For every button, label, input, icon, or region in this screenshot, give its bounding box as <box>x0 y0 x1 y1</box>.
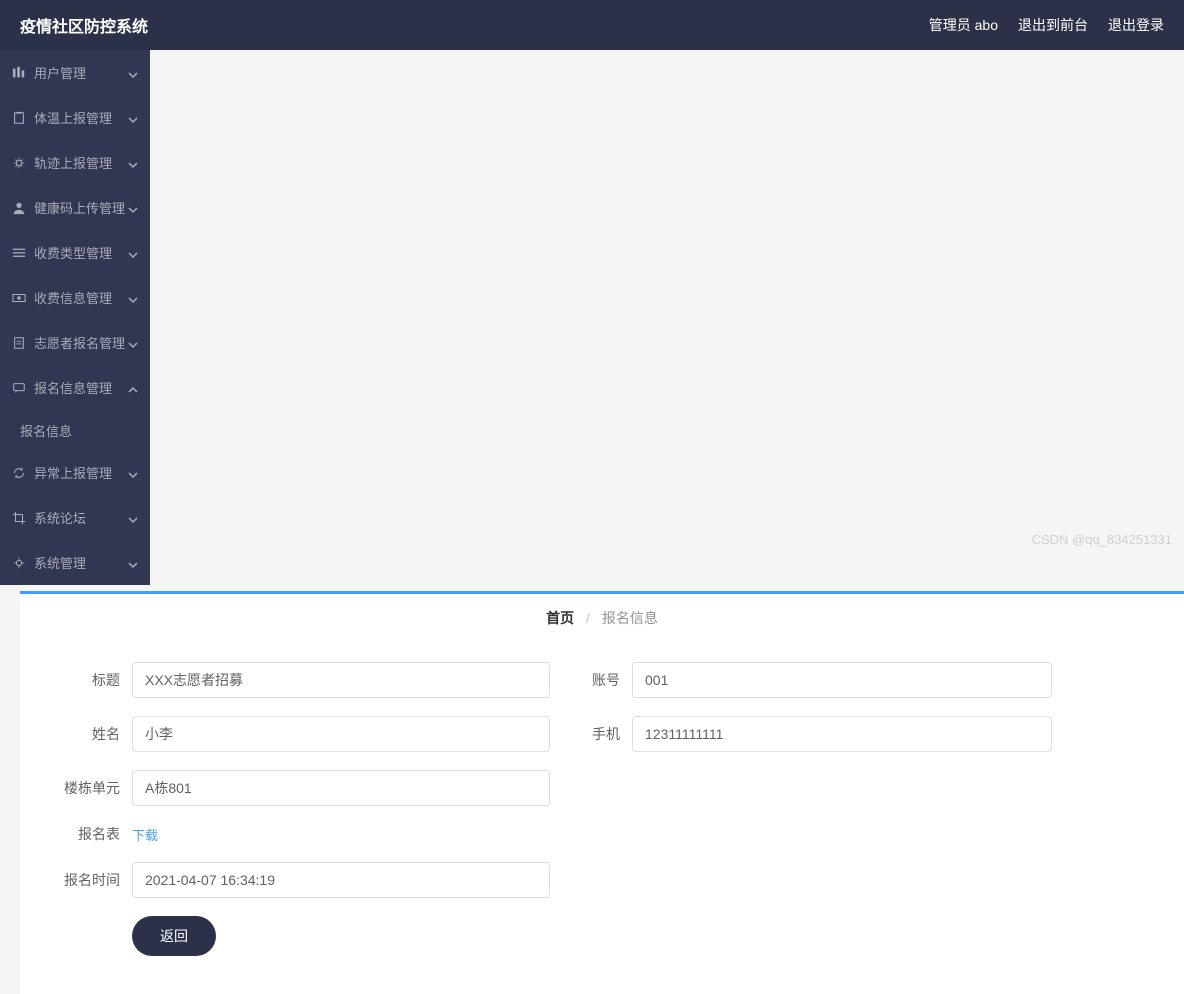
sidebar-item-volunteer-mgmt[interactable]: 志愿者报名管理 <box>0 320 150 365</box>
chevron-down-icon <box>128 293 138 303</box>
clipboard-icon <box>12 111 26 125</box>
gear-icon <box>12 556 26 570</box>
clipboard-icon <box>12 336 26 350</box>
title-input[interactable] <box>132 662 550 698</box>
time-label: 报名时间 <box>50 870 120 890</box>
sidebar-subitem-label: 报名信息 <box>20 421 72 440</box>
return-button[interactable]: 返回 <box>132 916 216 956</box>
breadcrumb: 首页 / 报名信息 <box>20 591 1184 642</box>
sidebar-subitem-signup-info[interactable]: 报名信息 <box>0 410 150 450</box>
breadcrumb-home[interactable]: 首页 <box>546 610 574 626</box>
app-title: 疫情社区防控系统 <box>20 13 148 37</box>
sidebar-item-label: 收费信息管理 <box>34 288 112 307</box>
title-label: 标题 <box>50 670 120 690</box>
download-link[interactable]: 下载 <box>132 825 158 844</box>
sidebar-item-label: 异常上报管理 <box>34 463 112 482</box>
chevron-down-icon <box>128 468 138 478</box>
gear-icon <box>12 156 26 170</box>
sidebar-item-fee-type-mgmt[interactable]: 收费类型管理 <box>0 230 150 275</box>
refresh-icon <box>12 466 26 480</box>
logout-link[interactable]: 退出登录 <box>1108 15 1164 35</box>
building-label: 楼栋单元 <box>50 778 120 798</box>
watermark: CSDN @qq_834251331 <box>1032 531 1172 549</box>
sidebar-item-fee-info-mgmt[interactable]: 收费信息管理 <box>0 275 150 320</box>
money-icon <box>12 291 26 305</box>
phone-label: 手机 <box>550 724 620 744</box>
admin-link[interactable]: 管理员 abo <box>929 15 998 35</box>
chevron-down-icon <box>128 338 138 348</box>
sidebar-item-label: 用户管理 <box>34 63 86 82</box>
back-to-front-link[interactable]: 退出到前台 <box>1018 15 1088 35</box>
chevron-down-icon <box>128 513 138 523</box>
name-label: 姓名 <box>50 724 120 744</box>
sidebar-item-label: 系统管理 <box>34 553 86 572</box>
sidebar-item-forum[interactable]: 系统论坛 <box>0 495 150 540</box>
sidebar-item-user-mgmt[interactable]: 用户管理 <box>0 50 150 95</box>
phone-input[interactable] <box>632 716 1052 752</box>
sidebar-item-temp-mgmt[interactable]: 体温上报管理 <box>0 95 150 140</box>
top-header: 疫情社区防控系统 管理员 abo 退出到前台 退出登录 <box>0 0 1184 50</box>
sidebar-item-exception-mgmt[interactable]: 异常上报管理 <box>0 450 150 495</box>
name-input[interactable] <box>132 716 550 752</box>
sidebar-item-track-mgmt[interactable]: 轨迹上报管理 <box>0 140 150 185</box>
sidebar-item-system-mgmt[interactable]: 系统管理 <box>0 540 150 585</box>
account-label: 账号 <box>550 670 620 690</box>
chevron-down-icon <box>128 558 138 568</box>
crop-icon <box>12 511 26 525</box>
sidebar: 用户管理 体温上报管理 轨迹上报管理 健康码上传管理 <box>0 50 150 585</box>
breadcrumb-separator: / <box>586 610 590 626</box>
sidebar-item-label: 志愿者报名管理 <box>34 333 125 352</box>
account-input[interactable] <box>632 662 1052 698</box>
chat-icon <box>12 381 26 395</box>
sidebar-item-label: 系统论坛 <box>34 508 86 527</box>
sidebar-item-label: 体温上报管理 <box>34 108 112 127</box>
breadcrumb-current: 报名信息 <box>602 610 658 626</box>
list-icon <box>12 246 26 260</box>
sidebar-item-health-mgmt[interactable]: 健康码上传管理 <box>0 185 150 230</box>
sidebar-item-label: 健康码上传管理 <box>34 198 125 217</box>
building-input[interactable] <box>132 770 550 806</box>
sidebar-item-label: 报名信息管理 <box>34 378 112 397</box>
bars-icon <box>12 66 26 80</box>
form-panel: 标题 账号 姓名 手机 楼栋单元 <box>20 642 1184 994</box>
chevron-down-icon <box>128 158 138 168</box>
chevron-down-icon <box>128 113 138 123</box>
chevron-up-icon <box>128 383 138 393</box>
sidebar-item-label: 轨迹上报管理 <box>34 153 112 172</box>
sidebar-item-signup-mgmt[interactable]: 报名信息管理 <box>0 365 150 410</box>
chevron-down-icon <box>128 203 138 213</box>
sidebar-item-label: 收费类型管理 <box>34 243 112 262</box>
user-icon <box>12 201 26 215</box>
main-content: 首页 / 报名信息 标题 账号 姓名 手 <box>0 585 1184 994</box>
time-input[interactable] <box>132 862 550 898</box>
chevron-down-icon <box>128 68 138 78</box>
chevron-down-icon <box>128 248 138 258</box>
header-right: 管理员 abo 退出到前台 退出登录 <box>929 15 1164 35</box>
form-table-label: 报名表 <box>50 824 120 844</box>
